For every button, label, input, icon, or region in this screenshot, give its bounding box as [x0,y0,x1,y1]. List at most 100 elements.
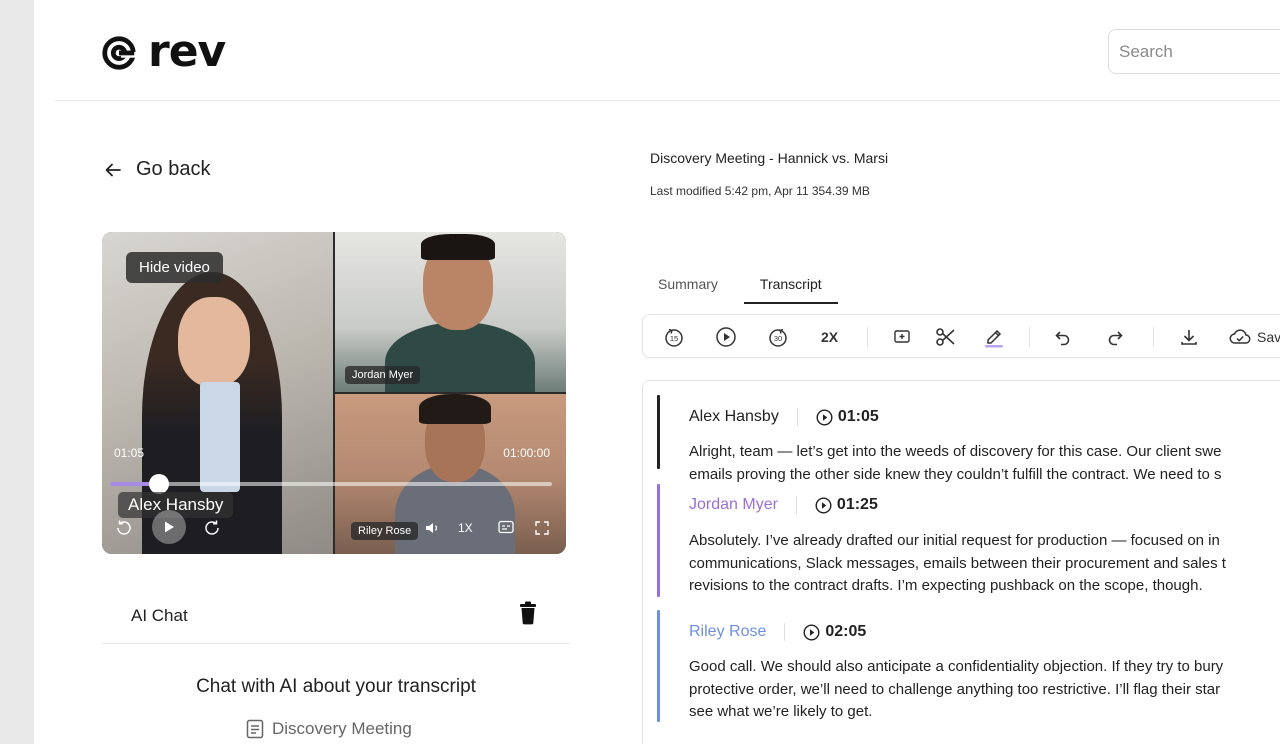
ai-chat-title: AI Chat [131,606,188,625]
video-tile-jordan: Jordan Myer [335,232,566,392]
rewind-15-label: 15 [670,334,678,343]
speed-button[interactable]: 2X [821,325,838,349]
timestamp-label: 01:25 [836,496,878,513]
ai-chat-prompt: Chat with AI about your transcript [196,676,476,697]
redo-button[interactable] [1105,325,1125,349]
cut-button[interactable] [935,325,957,349]
header-separator [795,496,797,514]
comment-add-icon [894,330,910,343]
rewind-15-icon: 15 [665,328,683,347]
speaker-color-bar [657,484,660,597]
document-icon [246,719,264,739]
go-back-link[interactable]: Go back [104,158,210,181]
toolbar-divider [867,327,868,347]
header-separator [784,623,786,641]
forward-30-button[interactable]: 30 [767,325,789,349]
playback-speed-button[interactable]: 1X [458,521,473,535]
timestamp-button[interactable]: 02:05 [803,623,866,641]
highlight-button[interactable] [983,325,1005,349]
participant-name-tag: Riley Rose [351,522,419,540]
transcript-segment: Alex Hansby 01:05 Alright, team — let’s … [657,395,1280,485]
speaker-name[interactable]: Alex Hansby [689,408,779,426]
rewind-15-button[interactable]: 15 [663,325,685,349]
participant-face [178,297,250,387]
redo-icon [1108,331,1123,346]
transcript-segment: Jordan Myer 01:25 Absolutely. I’ve alrea… [657,484,1280,602]
segment-header: Jordan Myer 01:25 [689,496,878,514]
save-label: Save [1257,329,1280,345]
trash-icon[interactable] [518,601,538,630]
insert-comment-button[interactable] [893,325,911,349]
segment-text[interactable]: Good call. We should also anticipate a c… [689,656,1280,724]
hide-video-button[interactable]: Hide video [126,252,223,283]
participant-name-tag: Jordan Myer [345,366,421,384]
play-circle-icon [815,496,832,514]
segment-line: see what we’re likely to get. [689,703,873,720]
toolbar-divider [1153,327,1154,347]
toolbar-divider [1029,327,1030,347]
ai-chat-header: AI Chat [102,588,570,644]
chat-file-name: Discovery Meeting [272,719,412,738]
transcript-segment: Riley Rose 02:05 Good call. We should al… [657,610,1280,730]
participant-hair [421,234,495,260]
logo-text: rev [148,26,226,77]
play-circle-icon [716,327,736,347]
file-meta: Last modified 5:42 pm, Apr 11 354.39 MB [650,184,870,198]
tab-summary[interactable]: Summary [650,270,726,304]
undo-button[interactable] [1053,325,1073,349]
segment-line: Absolutely. I’ve already drafted our ini… [689,532,1220,549]
fullscreen-icon[interactable] [534,520,550,536]
segment-header: Riley Rose 02:05 [689,623,866,641]
volume-icon[interactable] [424,520,440,536]
total-duration: 01:00:00 [503,446,550,460]
header-divider [54,100,1280,101]
tab-bar: Summary Transcript [650,270,856,304]
forward-30-label: 30 [774,334,782,343]
go-back-label: Go back [136,158,211,180]
file-title: Discovery Meeting - Hannick vs. Marsi [650,150,889,166]
play-icon [165,521,174,533]
app-window: rev Go back Jordan Myer Riley Rose Hide … [34,0,1280,744]
speaker-name[interactable]: Jordan Myer [689,496,778,514]
seek-bar[interactable] [110,474,552,494]
segment-line: Alright, team — let’s get into the weeds… [689,443,1222,460]
participant-shirt [200,382,240,492]
segment-line: emails proving the other side knew they … [689,465,1222,483]
highlighter-icon [985,329,1003,348]
rev-logo[interactable]: rev [100,26,226,77]
download-icon [1181,330,1197,345]
play-button[interactable] [152,510,186,544]
save-button[interactable]: Save [1229,325,1280,349]
play-circle-icon [803,623,820,641]
chat-file-reference[interactable]: Discovery Meeting [246,719,412,739]
captions-icon[interactable] [498,520,514,534]
segment-line: revisions to the contract drafts. I’m ex… [689,577,1203,594]
segment-line: Good call. We should also anticipate a c… [689,658,1224,675]
seek-handle[interactable] [148,474,169,494]
segment-line: communications, Slack messages, emails b… [689,554,1226,572]
timestamp-button[interactable]: 01:05 [816,408,879,426]
segment-line: protective order, we’ll need to challeng… [689,680,1221,698]
logo-mark-icon [102,36,137,70]
speaker-color-bar [657,610,660,722]
tab-transcript[interactable]: Transcript [743,270,838,304]
video-player[interactable]: Jordan Myer Riley Rose Hide video 01:05 … [102,232,566,554]
undo-icon [1055,331,1070,346]
speaker-name[interactable]: Riley Rose [689,623,766,641]
play-button[interactable] [715,325,737,349]
participant-hair [419,394,491,424]
segment-text[interactable]: Alright, team — let’s get into the weeds… [689,441,1280,486]
video-tile-riley: Riley Rose [335,394,566,554]
transcript-toolbar: 15 30 2X Save [642,314,1280,358]
download-button[interactable] [1179,325,1199,349]
rewind-icon[interactable] [114,518,134,538]
timestamp-label: 01:05 [837,408,879,425]
cloud-check-icon [1229,329,1251,344]
forward-icon[interactable] [202,518,222,538]
search-input[interactable] [1108,29,1280,74]
segment-text[interactable]: Absolutely. I’ve already drafted our ini… [689,530,1280,598]
play-circle-icon [816,408,833,426]
timestamp-button[interactable]: 01:25 [815,496,878,514]
segment-header: Alex Hansby 01:05 [689,408,879,426]
speaker-color-bar [657,395,660,469]
